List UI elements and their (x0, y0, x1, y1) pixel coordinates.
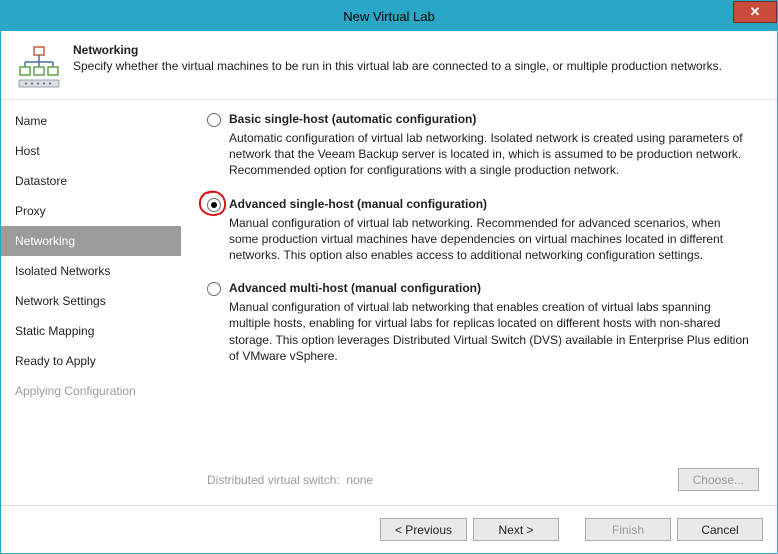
option-title: Advanced single-host (manual configurati… (229, 197, 487, 211)
sidebar-item-ready-to-apply[interactable]: Ready to Apply (1, 346, 181, 376)
sidebar-item-isolated-networks[interactable]: Isolated Networks (1, 256, 181, 286)
close-icon: ✕ (750, 4, 761, 20)
header-text: Networking Specify whether the virtual m… (73, 43, 722, 91)
window-title: New Virtual Lab (343, 9, 435, 24)
wizard-header: Networking Specify whether the virtual m… (1, 31, 777, 100)
wizard-footer: < Previous Next > Finish Cancel (1, 505, 777, 553)
radio-advanced-single-host[interactable] (207, 198, 221, 212)
sidebar-item-proxy[interactable]: Proxy (1, 196, 181, 226)
cancel-button[interactable]: Cancel (677, 518, 763, 541)
next-button[interactable]: Next > (473, 518, 559, 541)
dvs-label: Distributed virtual switch: none (207, 473, 373, 487)
choose-button[interactable]: Choose... (678, 468, 759, 491)
sidebar-item-host[interactable]: Host (1, 136, 181, 166)
wizard-body: Name Host Datastore Proxy Networking Iso… (1, 100, 777, 505)
dvs-value: none (346, 473, 373, 487)
wizard-content: Basic single-host (automatic configurati… (181, 100, 777, 505)
sidebar-item-name[interactable]: Name (1, 106, 181, 136)
option-desc: Automatic configuration of virtual lab n… (229, 130, 749, 179)
page-subtitle: Specify whether the virtual machines to … (73, 59, 722, 73)
option-advanced-multi-host: Advanced multi-host (manual configuratio… (207, 281, 759, 364)
dvs-row: Distributed virtual switch: none Choose.… (207, 468, 759, 491)
radio-advanced-multi-host[interactable] (207, 282, 221, 296)
sidebar-item-static-mapping[interactable]: Static Mapping (1, 316, 181, 346)
option-advanced-single-host: Advanced single-host (manual configurati… (207, 197, 759, 264)
option-title: Basic single-host (automatic configurati… (229, 112, 476, 126)
option-title: Advanced multi-host (manual configuratio… (229, 281, 481, 295)
option-basic-single-host: Basic single-host (automatic configurati… (207, 112, 759, 179)
wizard-window: New Virtual Lab ✕ (0, 0, 778, 554)
page-title: Networking (73, 43, 722, 57)
sidebar-item-datastore[interactable]: Datastore (1, 166, 181, 196)
radio-basic-single-host[interactable] (207, 113, 221, 127)
sidebar-item-applying-configuration: Applying Configuration (1, 376, 181, 406)
sidebar-item-network-settings[interactable]: Network Settings (1, 286, 181, 316)
option-desc: Manual configuration of virtual lab netw… (229, 299, 749, 364)
option-desc: Manual configuration of virtual lab netw… (229, 215, 749, 264)
sidebar-item-networking[interactable]: Networking (1, 226, 181, 256)
networking-icon (15, 43, 63, 91)
titlebar: New Virtual Lab ✕ (1, 1, 777, 31)
wizard-steps-sidebar: Name Host Datastore Proxy Networking Iso… (1, 100, 181, 505)
finish-button[interactable]: Finish (585, 518, 671, 541)
previous-button[interactable]: < Previous (380, 518, 467, 541)
close-button[interactable]: ✕ (733, 1, 777, 23)
